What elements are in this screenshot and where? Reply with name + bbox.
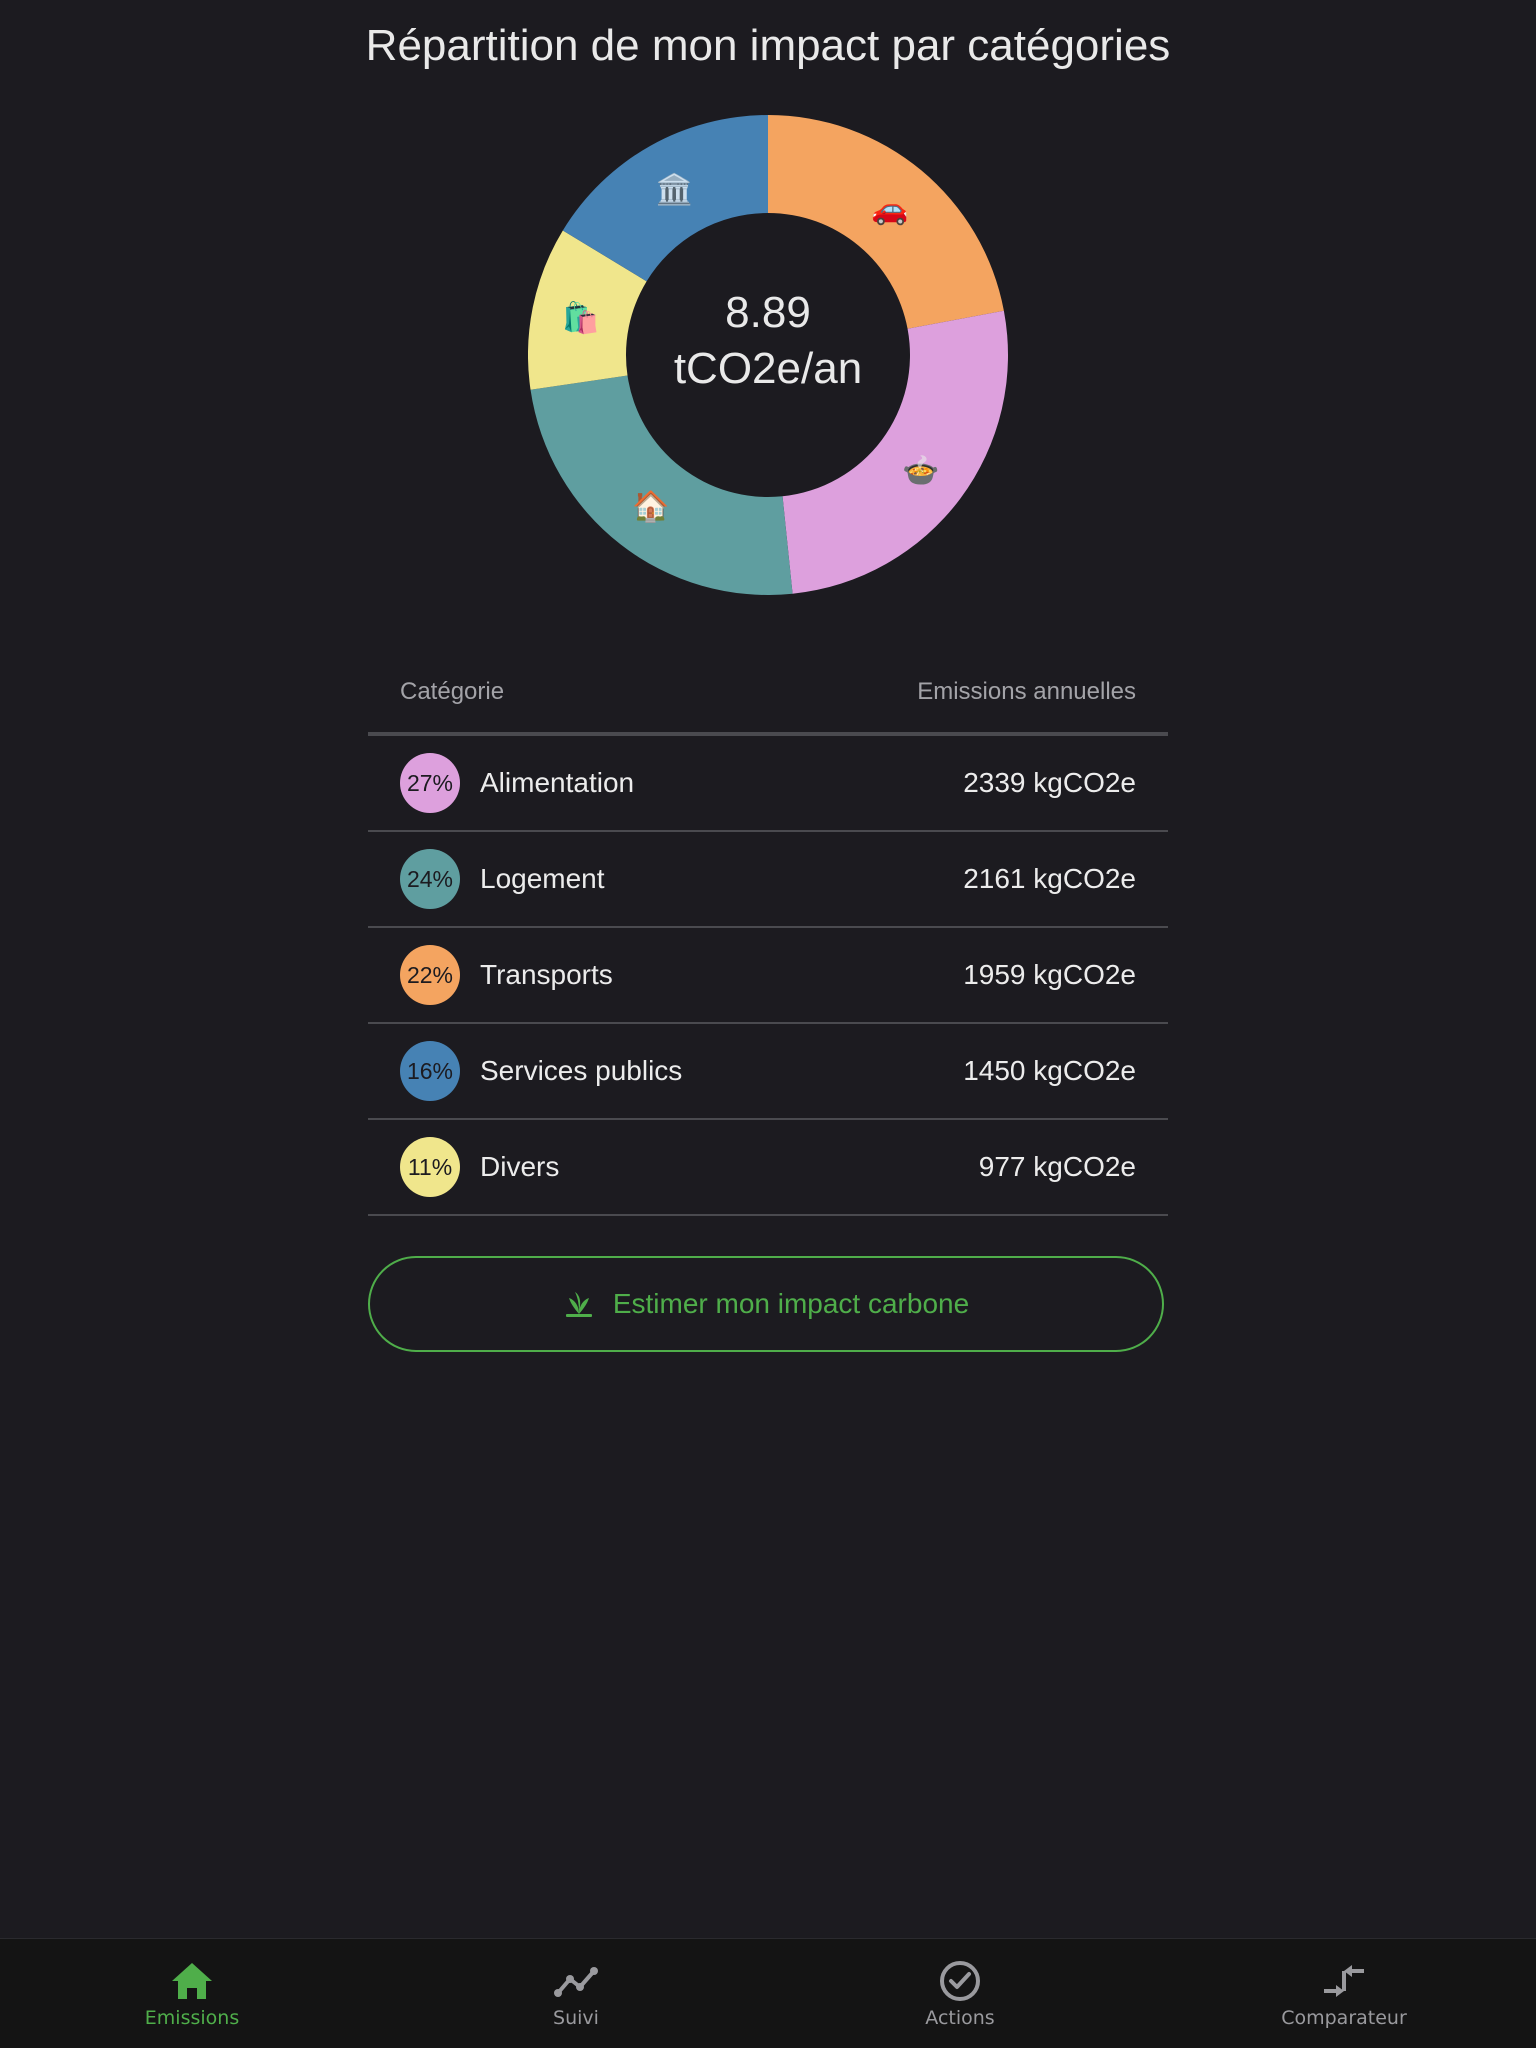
estimate-impact-button[interactable]: Estimer mon impact carbone [368, 1256, 1164, 1352]
trend-icon [554, 1967, 598, 1997]
donut-slice-logement[interactable] [530, 375, 793, 595]
donut-total-value: 8.89 [725, 288, 811, 337]
emissions-value: 977 kgCO2e [978, 1151, 1136, 1182]
header-emissions: Emissions annuelles [917, 678, 1136, 705]
donut-slice-icon: 🛍️ [562, 300, 599, 335]
nav-label: Emissions [144, 2007, 240, 2029]
nav-emissions[interactable]: Emissions [0, 1939, 384, 2048]
category-table: Catégorie Emissions annuelles 27% Alimen… [368, 652, 1168, 1216]
category-label: Logement [480, 863, 605, 894]
emissions-value: 2161 kgCO2e [963, 863, 1136, 894]
nav-suivi[interactable]: Suivi [384, 1939, 768, 2048]
table-row[interactable]: 27% Alimentation 2339 kgCO2e [368, 736, 1168, 832]
estimate-impact-label: Estimer mon impact carbone [612, 1288, 970, 1319]
page-title: Répartition de mon impact par catégories [365, 21, 1171, 70]
nav-label: Suivi [553, 2007, 599, 2029]
category-label: Transports [480, 959, 613, 990]
table-row[interactable]: 24% Logement 2161 kgCO2e [368, 832, 1168, 928]
emissions-value: 1959 kgCO2e [963, 959, 1136, 990]
percent-badge: 24% [400, 849, 460, 909]
bottom-nav: Emissions Suivi Actions Comparateur [0, 1938, 1536, 2048]
percent-badge: 11% [400, 1137, 460, 1197]
compare-arrows-icon [1324, 1965, 1364, 1997]
table-row[interactable]: 22% Transports 1959 kgCO2e [368, 928, 1168, 1024]
donut-slice-icon: 🚗 [871, 193, 908, 226]
emissions-screen: Répartition de mon impact par catégories… [0, 0, 1536, 2048]
category-label: Alimentation [480, 767, 635, 798]
nav-label: Actions [925, 2007, 995, 2029]
emissions-value: 1450 kgCO2e [963, 1055, 1136, 1086]
nav-actions[interactable]: Actions [768, 1939, 1152, 2048]
table-row[interactable]: 16% Services publics 1450 kgCO2e [368, 1024, 1168, 1120]
percent-badge: 27% [400, 753, 460, 813]
category-label: Services publics [480, 1055, 683, 1086]
donut-slice-icon: 🍲 [902, 453, 939, 487]
nav-label: Comparateur [1281, 2007, 1407, 2029]
percent-badge: 22% [400, 945, 460, 1005]
donut-slice-icon: 🏠 [632, 490, 669, 524]
donut-total: 8.89 tCO2e/an [618, 285, 918, 397]
header-category: Catégorie [400, 678, 505, 705]
donut-slice-icon: 🏛️ [656, 172, 693, 207]
nav-comparateur[interactable]: Comparateur [1152, 1939, 1536, 2048]
table-row[interactable]: 11% Divers 977 kgCO2e [368, 1120, 1168, 1216]
donut-total-unit: tCO2e/an [673, 344, 863, 393]
emissions-value: 2339 kgCO2e [963, 767, 1136, 798]
home-icon [172, 1963, 212, 1999]
table-header: Catégorie Emissions annuelles [368, 652, 1168, 736]
check-circle-icon [940, 1961, 980, 2001]
sprout-icon [565, 1292, 592, 1317]
percent-badge: 16% [400, 1041, 460, 1101]
donut-chart: 🚗 🍲 🏠 🛍️ 🏛️ 8.89 tCO2e/an [528, 115, 1008, 595]
category-label: Divers [480, 1151, 560, 1182]
